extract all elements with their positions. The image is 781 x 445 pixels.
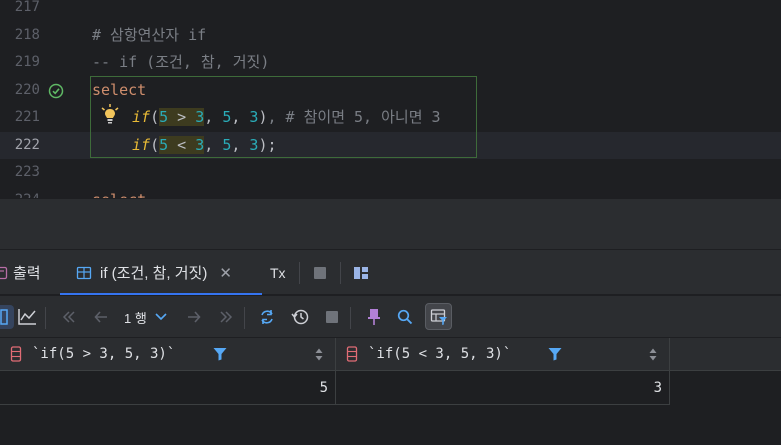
column-header[interactable]: `if(5 > 3, 5, 3)`	[0, 338, 336, 371]
divider	[45, 307, 46, 329]
table-cell[interactable]: 3	[336, 371, 670, 405]
last-page-icon[interactable]	[214, 305, 238, 329]
column-header-filler	[670, 338, 781, 371]
search-icon[interactable]	[393, 305, 417, 329]
tx-mode-button[interactable]: Tx	[270, 250, 286, 295]
tab-result[interactable]: if (조건, 참, 거짓) ✕	[60, 250, 262, 295]
line-number: 219	[14, 54, 40, 70]
next-page-icon[interactable]	[182, 305, 206, 329]
sort-icon[interactable]	[649, 348, 657, 361]
results-toolbar: 1 행	[0, 296, 781, 338]
close-icon[interactable]: ✕	[219, 264, 232, 282]
run-success-check-icon[interactable]	[48, 83, 64, 99]
code-line-current: 222 if(5 < 3, 5, 3);	[0, 131, 781, 159]
divider	[244, 307, 245, 329]
column-header-label: `if(5 > 3, 5, 3)`	[32, 346, 176, 362]
code-line: 217	[0, 0, 781, 22]
keyword-select: select	[92, 80, 147, 99]
history-icon[interactable]	[288, 305, 312, 329]
chart-view-icon[interactable]	[15, 305, 39, 329]
line-number: 221	[14, 109, 40, 125]
panel-splitter[interactable]	[0, 198, 781, 250]
code-line: 220 select	[0, 77, 781, 105]
column-header[interactable]: `if(5 < 3, 5, 3)`	[336, 338, 670, 371]
code-expression: if(5 > 3, 5, 3), # 참이면 5, 아니면 3	[132, 108, 441, 126]
code-editor[interactable]: 217 218 # 삼항연산자 if 219 -- if (조건, 참, 거짓)…	[0, 0, 781, 198]
filter-icon[interactable]	[213, 347, 227, 361]
lightbulb-icon[interactable]	[100, 103, 120, 125]
table-view-icon[interactable]	[0, 305, 14, 329]
filter-settings-icon[interactable]	[425, 303, 452, 330]
line-number: 220	[14, 81, 40, 98]
table-grid-icon	[76, 266, 92, 279]
row-count-label: 1 행	[124, 310, 147, 326]
column-header-label: `if(5 < 3, 5, 3)`	[368, 346, 512, 362]
code-line: 218 # 삼항연산자 if	[0, 22, 781, 50]
tab-result-label: if (조건, 참, 거짓)	[100, 265, 208, 282]
keyword-select: select	[92, 187, 146, 199]
filter-icon[interactable]	[548, 347, 562, 361]
tx-label: Tx	[270, 264, 286, 281]
divider	[299, 262, 300, 284]
table-cell[interactable]: 5	[0, 371, 336, 405]
previous-page-icon[interactable]	[89, 305, 113, 329]
line-number: 222	[14, 136, 40, 153]
refresh-icon[interactable]	[255, 305, 279, 329]
column-icon	[10, 346, 22, 362]
layout-icon[interactable]	[349, 261, 373, 285]
tab-output-label: 출력	[13, 265, 41, 282]
results-grid: `if(5 > 3, 5, 3)` `if(5 < 3, 5, 3)` 5 3	[0, 338, 781, 445]
code-line: 219 -- if (조건, 참, 거짓)	[0, 49, 781, 77]
chevron-down-icon	[155, 313, 167, 321]
line-number: 224	[0, 187, 40, 199]
services-tab-bar: 출력 if (조건, 참, 거짓) ✕ Tx	[0, 250, 781, 295]
column-icon	[346, 346, 358, 362]
stop-icon[interactable]	[308, 261, 332, 285]
stop-icon[interactable]	[320, 305, 344, 329]
line-number: 217	[14, 0, 40, 15]
output-console-icon	[0, 266, 8, 279]
code-line: 223	[0, 159, 781, 187]
sort-icon[interactable]	[315, 348, 323, 361]
divider	[350, 307, 351, 329]
tab-output[interactable]: 출력	[0, 250, 50, 295]
first-page-icon[interactable]	[57, 305, 81, 329]
comment-text: -- if (조건, 참, 거짓)	[92, 53, 270, 71]
code-expression: if(5 < 3, 5, 3);	[132, 135, 277, 154]
pin-icon[interactable]	[362, 305, 386, 329]
divider	[340, 262, 341, 284]
row-count-dropdown[interactable]: 1 행	[124, 305, 167, 329]
code-line: 224 select	[0, 187, 781, 199]
comment-text: # 삼항연산자 if	[92, 25, 207, 44]
line-number: 218	[14, 26, 40, 43]
line-number: 223	[14, 164, 40, 180]
